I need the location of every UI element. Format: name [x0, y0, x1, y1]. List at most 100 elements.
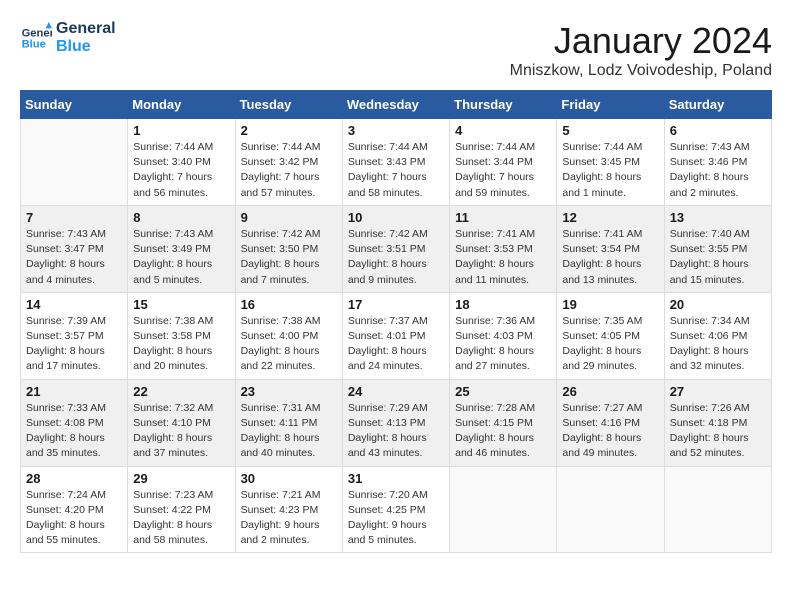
day-detail: Sunrise: 7:41 AM Sunset: 3:53 PM Dayligh… — [455, 227, 551, 288]
calendar-cell: 11Sunrise: 7:41 AM Sunset: 3:53 PM Dayli… — [450, 205, 557, 292]
calendar-cell: 18 Sunrise: 7:36 AM Sunset: 4:03 PM Dayli… — [450, 292, 557, 379]
calendar-cell: 26Sunrise: 7:27 AM Sunset: 4:16 PM Dayli… — [557, 379, 664, 466]
calendar-cell: 3 Sunrise: 7:44 AM Sunset: 3:43 PM Daylig… — [342, 119, 449, 206]
day-detail: Sunrise: 7:42 AM Sunset: 3:51 PM Dayligh… — [348, 227, 444, 288]
day-number: 23 — [241, 384, 337, 399]
day-number: 2 — [241, 123, 337, 138]
day-number: 29 — [133, 471, 229, 486]
calendar-cell: 23 Sunrise: 7:31 AM Sunset: 4:11 PM Dayli… — [235, 379, 342, 466]
calendar-cell: 6 Sunrise: 7:43 AM Sunset: 3:46 PM Daylig… — [664, 119, 771, 206]
calendar-cell: 25 Sunrise: 7:28 AM Sunset: 4:15 PM Dayli… — [450, 379, 557, 466]
calendar-cell: 20 Sunrise: 7:34 AM Sunset: 4:06 PM Dayli… — [664, 292, 771, 379]
day-number: 31 — [348, 471, 444, 486]
day-detail: Sunrise: 7:44 AM Sunset: 3:44 PM Dayligh… — [455, 140, 551, 201]
day-detail: Sunrise: 7:43 AM Sunset: 3:46 PM Dayligh… — [670, 140, 766, 201]
week-row-1: 1 Sunrise: 7:44 AM Sunset: 3:40 PM Daylig… — [21, 119, 772, 206]
calendar-cell: 13 Sunrise: 7:40 AM Sunset: 3:55 PM Dayli… — [664, 205, 771, 292]
day-detail: Sunrise: 7:23 AM Sunset: 4:22 PM Dayligh… — [133, 488, 229, 549]
day-detail: Sunrise: 7:28 AM Sunset: 4:15 PM Dayligh… — [455, 401, 551, 462]
calendar-cell: 16 Sunrise: 7:38 AM Sunset: 4:00 PM Dayli… — [235, 292, 342, 379]
day-detail: Sunrise: 7:43 AM Sunset: 3:47 PM Dayligh… — [26, 227, 122, 288]
calendar-cell — [664, 466, 771, 553]
day-number: 20 — [670, 297, 766, 312]
day-number: 27 — [670, 384, 766, 399]
logo-general: General — [56, 20, 116, 38]
calendar-cell: 12 Sunrise: 7:41 AM Sunset: 3:54 PM Dayli… — [557, 205, 664, 292]
day-header-saturday: Saturday — [664, 91, 771, 119]
svg-text:General: General — [22, 27, 52, 39]
day-detail: Sunrise: 7:38 AM Sunset: 3:58 PM Dayligh… — [133, 314, 229, 375]
day-number: 7 — [26, 210, 122, 225]
day-detail: Sunrise: 7:34 AM Sunset: 4:06 PM Dayligh… — [670, 314, 766, 375]
day-detail: Sunrise: 7:43 AM Sunset: 3:49 PM Dayligh… — [133, 227, 229, 288]
logo-blue: Blue — [56, 38, 116, 56]
day-detail: Sunrise: 7:26 AM Sunset: 4:18 PM Dayligh… — [670, 401, 766, 462]
month-title: January 2024 — [510, 20, 772, 62]
day-detail: Sunrise: 7:36 AM Sunset: 4:03 PM Dayligh… — [455, 314, 551, 375]
day-header-friday: Friday — [557, 91, 664, 119]
day-header-sunday: Sunday — [21, 91, 128, 119]
day-number: 22 — [133, 384, 229, 399]
calendar-cell: 10 Sunrise: 7:42 AM Sunset: 3:51 PM Dayli… — [342, 205, 449, 292]
week-row-5: 28 Sunrise: 7:24 AM Sunset: 4:20 PM Dayli… — [21, 466, 772, 553]
day-number: 1 — [133, 123, 229, 138]
day-number: 19 — [562, 297, 658, 312]
calendar-cell: 9 Sunrise: 7:42 AM Sunset: 3:50 PM Daylig… — [235, 205, 342, 292]
day-number: 5 — [562, 123, 658, 138]
day-number: 10 — [348, 210, 444, 225]
header: General Blue General Blue January 2024 M… — [20, 20, 772, 80]
day-detail: Sunrise: 7:44 AM Sunset: 3:42 PM Dayligh… — [241, 140, 337, 201]
day-detail: Sunrise: 7:24 AM Sunset: 4:20 PM Dayligh… — [26, 488, 122, 549]
day-number: 3 — [348, 123, 444, 138]
logo: General Blue General Blue — [20, 20, 116, 56]
day-number: 24 — [348, 384, 444, 399]
calendar-cell: 8Sunrise: 7:43 AM Sunset: 3:49 PM Daylig… — [128, 205, 235, 292]
calendar-cell: 31Sunrise: 7:20 AM Sunset: 4:25 PM Dayli… — [342, 466, 449, 553]
week-row-2: 7 Sunrise: 7:43 AM Sunset: 3:47 PM Daylig… — [21, 205, 772, 292]
day-number: 6 — [670, 123, 766, 138]
calendar-cell: 15Sunrise: 7:38 AM Sunset: 3:58 PM Dayli… — [128, 292, 235, 379]
svg-text:Blue: Blue — [22, 39, 46, 51]
calendar-cell: 29 Sunrise: 7:23 AM Sunset: 4:22 PM Dayli… — [128, 466, 235, 553]
calendar-cell: 19 Sunrise: 7:35 AM Sunset: 4:05 PM Dayli… — [557, 292, 664, 379]
day-number: 12 — [562, 210, 658, 225]
week-row-3: 14Sunrise: 7:39 AM Sunset: 3:57 PM Dayli… — [21, 292, 772, 379]
title-block: January 2024 Mniszkow, Lodz Voivodeship,… — [510, 20, 772, 80]
day-detail: Sunrise: 7:40 AM Sunset: 3:55 PM Dayligh… — [670, 227, 766, 288]
day-detail: Sunrise: 7:38 AM Sunset: 4:00 PM Dayligh… — [241, 314, 337, 375]
day-number: 18 — [455, 297, 551, 312]
calendar-cell: 4 Sunrise: 7:44 AM Sunset: 3:44 PM Daylig… — [450, 119, 557, 206]
day-number: 16 — [241, 297, 337, 312]
day-number: 25 — [455, 384, 551, 399]
day-number: 17 — [348, 297, 444, 312]
day-detail: Sunrise: 7:41 AM Sunset: 3:54 PM Dayligh… — [562, 227, 658, 288]
day-detail: Sunrise: 7:44 AM Sunset: 3:43 PM Dayligh… — [348, 140, 444, 201]
day-detail: Sunrise: 7:42 AM Sunset: 3:50 PM Dayligh… — [241, 227, 337, 288]
calendar-cell: 5Sunrise: 7:44 AM Sunset: 3:45 PM Daylig… — [557, 119, 664, 206]
day-number: 28 — [26, 471, 122, 486]
day-header-monday: Monday — [128, 91, 235, 119]
day-header-tuesday: Tuesday — [235, 91, 342, 119]
calendar-cell: 24 Sunrise: 7:29 AM Sunset: 4:13 PM Dayli… — [342, 379, 449, 466]
calendar-cell: 2 Sunrise: 7:44 AM Sunset: 3:42 PM Daylig… — [235, 119, 342, 206]
location-title: Mniszkow, Lodz Voivodeship, Poland — [510, 62, 772, 80]
day-detail: Sunrise: 7:29 AM Sunset: 4:13 PM Dayligh… — [348, 401, 444, 462]
day-number: 21 — [26, 384, 122, 399]
day-number: 9 — [241, 210, 337, 225]
calendar-cell — [450, 466, 557, 553]
calendar-cell: 14Sunrise: 7:39 AM Sunset: 3:57 PM Dayli… — [21, 292, 128, 379]
calendar-cell: 7 Sunrise: 7:43 AM Sunset: 3:47 PM Daylig… — [21, 205, 128, 292]
day-number: 4 — [455, 123, 551, 138]
day-detail: Sunrise: 7:37 AM Sunset: 4:01 PM Dayligh… — [348, 314, 444, 375]
calendar-cell — [21, 119, 128, 206]
day-detail: Sunrise: 7:35 AM Sunset: 4:05 PM Dayligh… — [562, 314, 658, 375]
calendar-cell: 21Sunrise: 7:33 AM Sunset: 4:08 PM Dayli… — [21, 379, 128, 466]
days-header-row: SundayMondayTuesdayWednesdayThursdayFrid… — [21, 91, 772, 119]
calendar-cell: 27 Sunrise: 7:26 AM Sunset: 4:18 PM Dayli… — [664, 379, 771, 466]
day-number: 13 — [670, 210, 766, 225]
day-detail: Sunrise: 7:21 AM Sunset: 4:23 PM Dayligh… — [241, 488, 337, 549]
calendar-cell: 22Sunrise: 7:32 AM Sunset: 4:10 PM Dayli… — [128, 379, 235, 466]
day-detail: Sunrise: 7:31 AM Sunset: 4:11 PM Dayligh… — [241, 401, 337, 462]
day-header-wednesday: Wednesday — [342, 91, 449, 119]
day-detail: Sunrise: 7:44 AM Sunset: 3:40 PM Dayligh… — [133, 140, 229, 201]
